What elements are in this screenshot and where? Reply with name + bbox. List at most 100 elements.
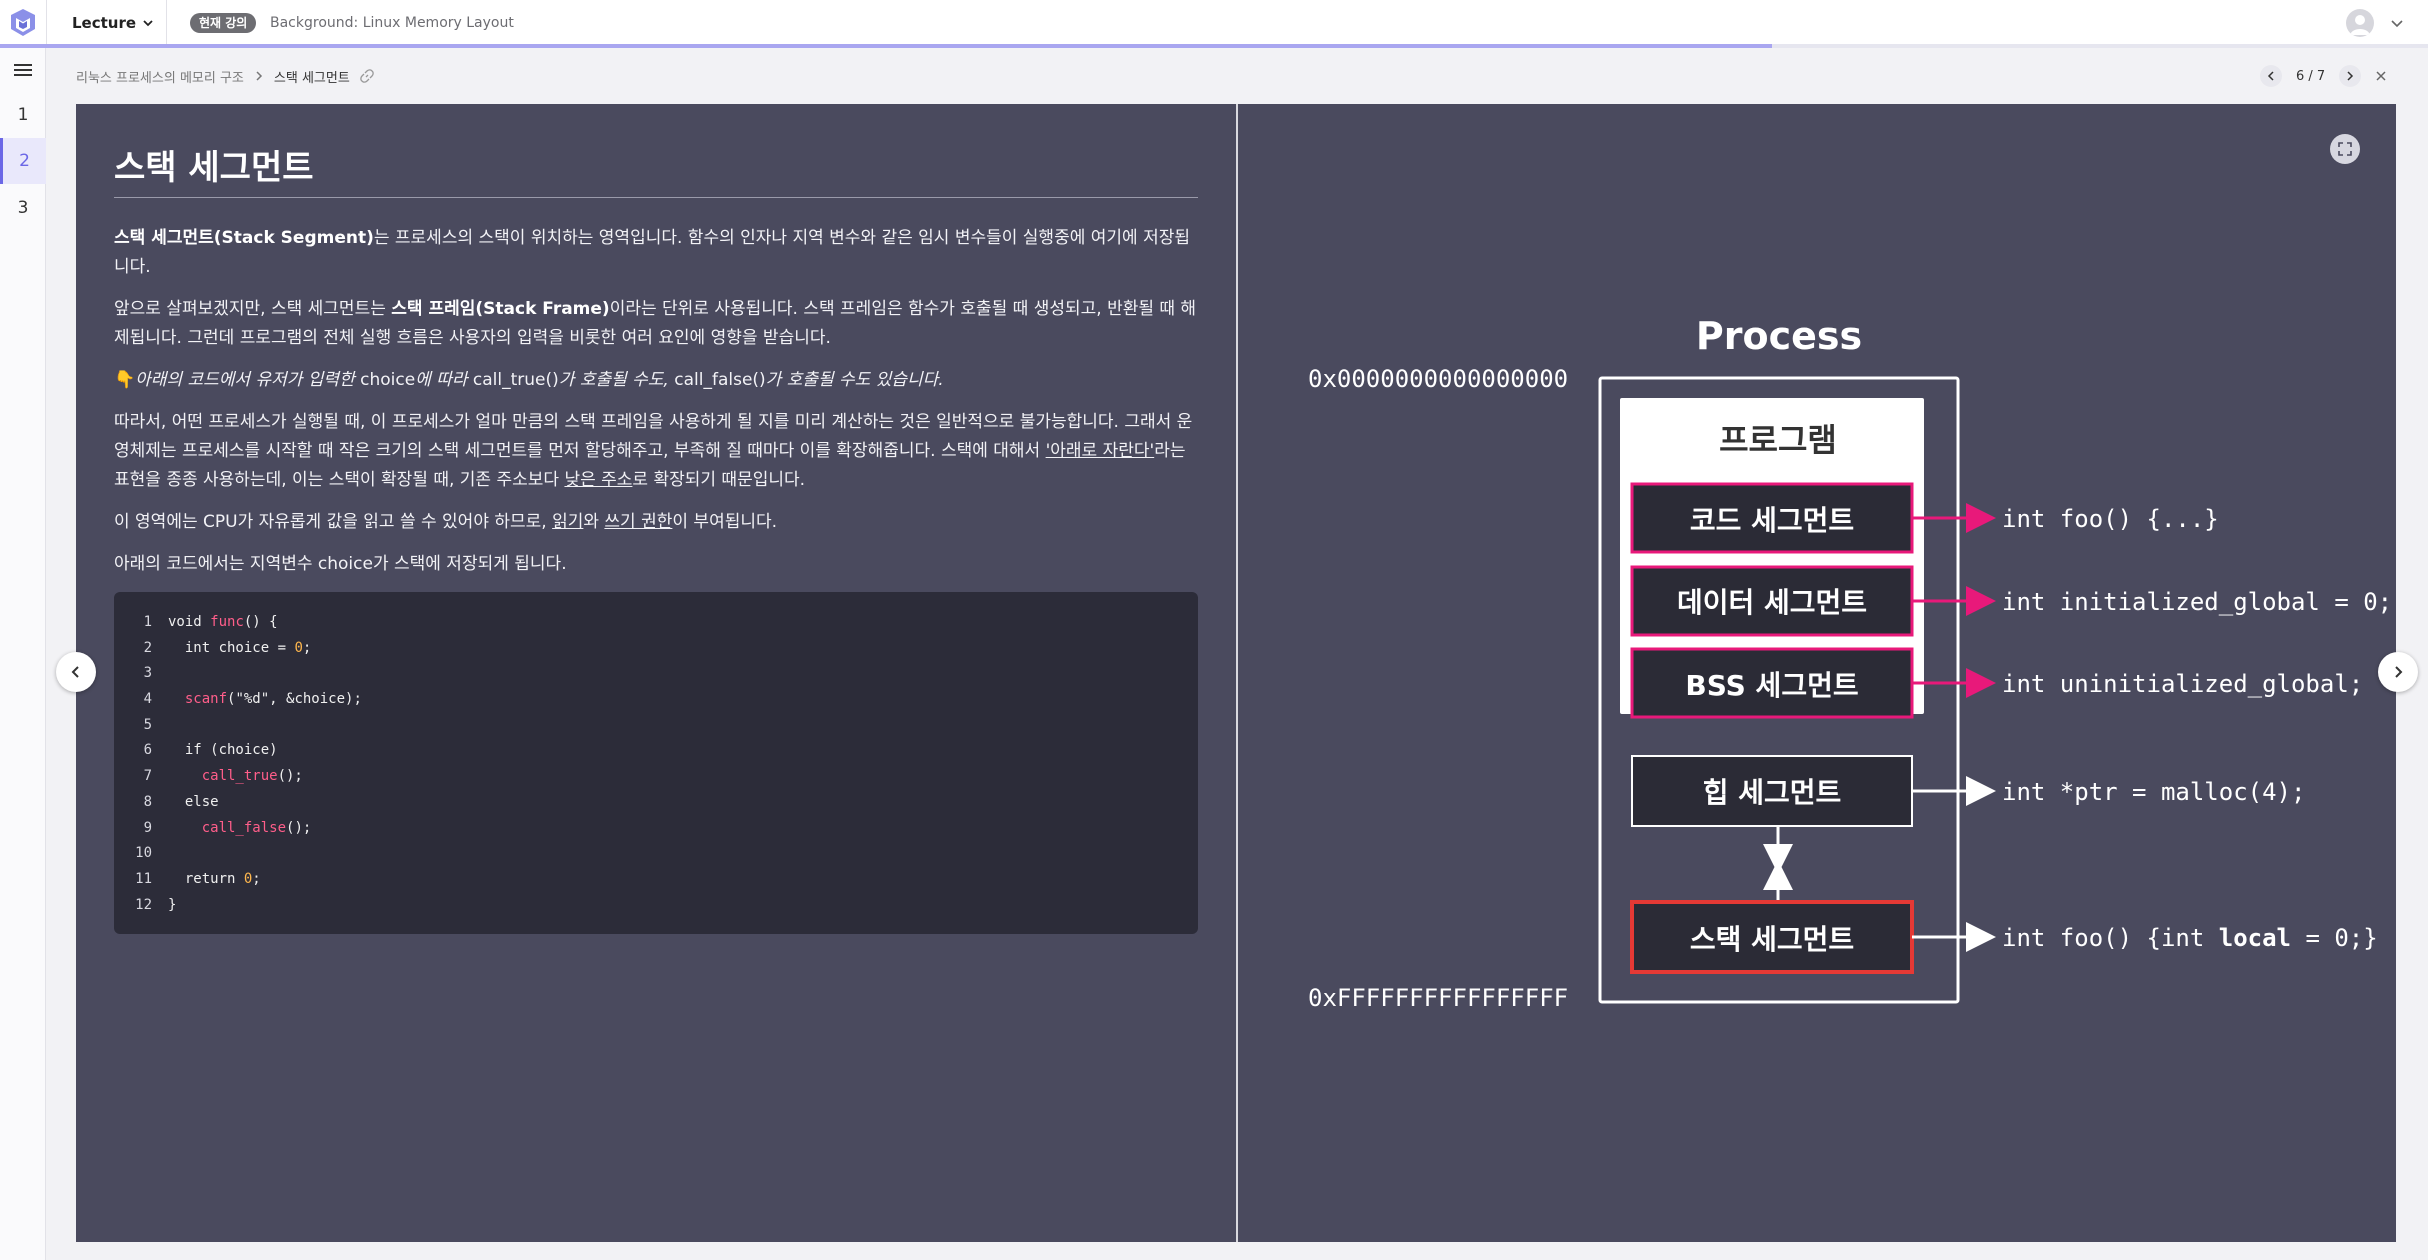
paragraph-6: 아래의 코드에서는 지역변수 choice가 스택에 저장되게 됩니다. (114, 554, 567, 574)
fullscreen-button[interactable] (2330, 134, 2360, 164)
slide-pager: 6 / 7 (2260, 64, 2387, 88)
line-number: 4 (143, 691, 152, 708)
term-lower-address: 낮은 주소 (564, 470, 633, 490)
lecture-title: Background: Linux Memory Layout (270, 15, 514, 31)
code-text: return 0; (168, 867, 261, 893)
link-icon[interactable] (360, 69, 374, 83)
code-text: } (168, 893, 176, 919)
code-text: call_true(); (168, 764, 303, 790)
slide-heading: 스택 세그먼트 (114, 140, 1198, 198)
code-line: 7 call_true(); (114, 764, 1198, 790)
data-example: int initialized_global = 0; (2002, 588, 2392, 616)
term-write-permission: 쓰기 권한 (604, 512, 673, 532)
breadcrumb-parent[interactable]: 리눅스 프로세스의 메모리 구조 (76, 67, 244, 86)
line-number: 3 (143, 665, 152, 682)
paragraph-3-b: choice (360, 370, 416, 390)
code-token: int choice = (168, 639, 295, 656)
paragraph-5: 이 영역에는 CPU가 자유롭게 값을 읽고 쓸 수 있어야 하므로, 읽기와 … (114, 508, 1198, 537)
code-token: else (168, 793, 219, 810)
avatar[interactable] (2346, 9, 2374, 37)
next-slide-button[interactable] (2339, 65, 2362, 87)
code-token: call_false (201, 819, 287, 836)
line-number: 7 (143, 768, 152, 785)
term-read: 읽기 (552, 512, 584, 532)
breadcrumb: 리눅스 프로세스의 메모리 구조 스택 세그먼트 (76, 66, 374, 86)
slide: 스택 세그먼트 스택 세그먼트(Stack Segment)는 프로세스의 스택… (76, 104, 2396, 1242)
paragraph-3-d: call_true() (472, 370, 559, 390)
stack-segment-label: 스택 세그먼트 (1690, 923, 1854, 956)
menu-icon[interactable] (12, 60, 34, 80)
chevron-down-icon[interactable] (2388, 14, 2406, 32)
term-stack-frame: 스택 프레임(Stack Frame) (391, 299, 610, 319)
code-text: call_false(); (168, 816, 312, 842)
line-number: 2 (143, 639, 152, 656)
paragraph-1: 스택 세그먼트(Stack Segment)는 프로세스의 스택이 위치하는 영… (114, 224, 1198, 282)
code-token: (); (286, 819, 312, 836)
paragraph-3-g: 가 호출될 수도 있습니다. (765, 370, 944, 390)
code-line: 1 void func() { (114, 610, 1198, 636)
term-stack-segment: 스택 세그먼트(Stack Segment) (114, 228, 374, 248)
line-number: 9 (143, 819, 152, 836)
program-label: 프로그램 (1719, 421, 1837, 459)
line-number: 8 (143, 793, 152, 810)
chevron-left-icon (2267, 71, 2274, 81)
code-token: ; (302, 639, 312, 656)
logo-icon[interactable] (8, 6, 38, 40)
paragraph-3-a: 아래의 코드에서 유저가 입력한 (135, 370, 361, 390)
slide-text-panel: 스택 세그먼트 스택 세그먼트(Stack Segment)는 프로세스의 스택… (114, 140, 1198, 934)
code-line: 11 return 0; (114, 867, 1198, 893)
code-line: 6 if (choice) (114, 738, 1198, 764)
stack-example: int foo() {int local = 0;} (2002, 924, 2378, 952)
rail-item-3[interactable]: 3 (0, 185, 46, 231)
code-segment-label: 코드 세그먼트 (1690, 504, 1854, 537)
paragraph-4-c: 로 확장되기 때문입니다. (632, 470, 806, 490)
close-icon[interactable] (2375, 70, 2387, 82)
breadcrumb-current: 스택 세그먼트 (273, 70, 350, 86)
code-line: 5 (114, 713, 1198, 739)
paragraph-2: 앞으로 살펴보겠지만, 스택 세그먼트는 스택 프레임(Stack Frame)… (114, 295, 1198, 353)
line-number: 11 (135, 870, 152, 887)
chevron-right-icon (256, 71, 262, 81)
memory-layout-diagram: Process 0x0000000000000000 0xFFFFFFFFFFF… (1308, 314, 2392, 1012)
code-token: void (168, 614, 211, 630)
slide-counter: 6 / 7 (2296, 68, 2326, 84)
top-bar: Lecture 현재 강의 Background: Linux Memory L… (0, 0, 2428, 46)
line-number: 6 (143, 742, 152, 759)
user-icon (2350, 15, 2370, 35)
stack-example-a: int foo() {int (2002, 924, 2219, 952)
paragraph-2-a: 앞으로 살펴보겠지만, 스택 세그먼트는 (114, 299, 392, 319)
left-rail: 1 2 3 (0, 48, 46, 1260)
code-line: 9 call_false(); (114, 816, 1198, 842)
bss-segment-label: BSS 세그먼트 (1685, 669, 1858, 702)
bss-example: int uninitialized_global; (2002, 670, 2363, 698)
prev-slide-button[interactable] (2260, 65, 2282, 87)
paragraph-5-b: 와 (583, 512, 605, 532)
code-text: scanf("%d", &choice); (168, 687, 362, 713)
code-token: ("%d", &choice); (227, 691, 362, 708)
chevron-right-icon (2347, 71, 2354, 81)
rail-item-1[interactable]: 1 (0, 92, 46, 138)
code-example: int foo() {...} (2002, 505, 2219, 533)
line-number: 5 (143, 716, 152, 733)
code-text: int choice = 0; (168, 636, 311, 662)
code-token: return (168, 870, 244, 887)
code-token: } (168, 896, 177, 913)
code-line: 2 int choice = 0; (114, 636, 1198, 662)
diagram-title: Process (1696, 314, 1862, 358)
code-token: 0 (294, 639, 303, 656)
lecture-progress-bar (0, 44, 2428, 48)
code-token: func (210, 614, 244, 630)
address-high: 0xFFFFFFFFFFFFFFFF (1308, 984, 1568, 1012)
paragraph-3-f: call_false() (674, 370, 766, 390)
line-number: 1 (143, 614, 152, 630)
rail-item-2[interactable]: 2 (0, 138, 46, 184)
stack-example-c: = 0;} (2291, 924, 2378, 952)
code-token: scanf (184, 691, 228, 708)
lecture-dropdown-button[interactable]: Lecture (72, 11, 154, 35)
slide-prev-arrow[interactable] (56, 652, 96, 692)
code-line: 4 scanf("%d", &choice); (114, 687, 1198, 713)
slide-next-arrow[interactable] (2378, 652, 2418, 692)
stack-example-b: local (2219, 924, 2291, 952)
